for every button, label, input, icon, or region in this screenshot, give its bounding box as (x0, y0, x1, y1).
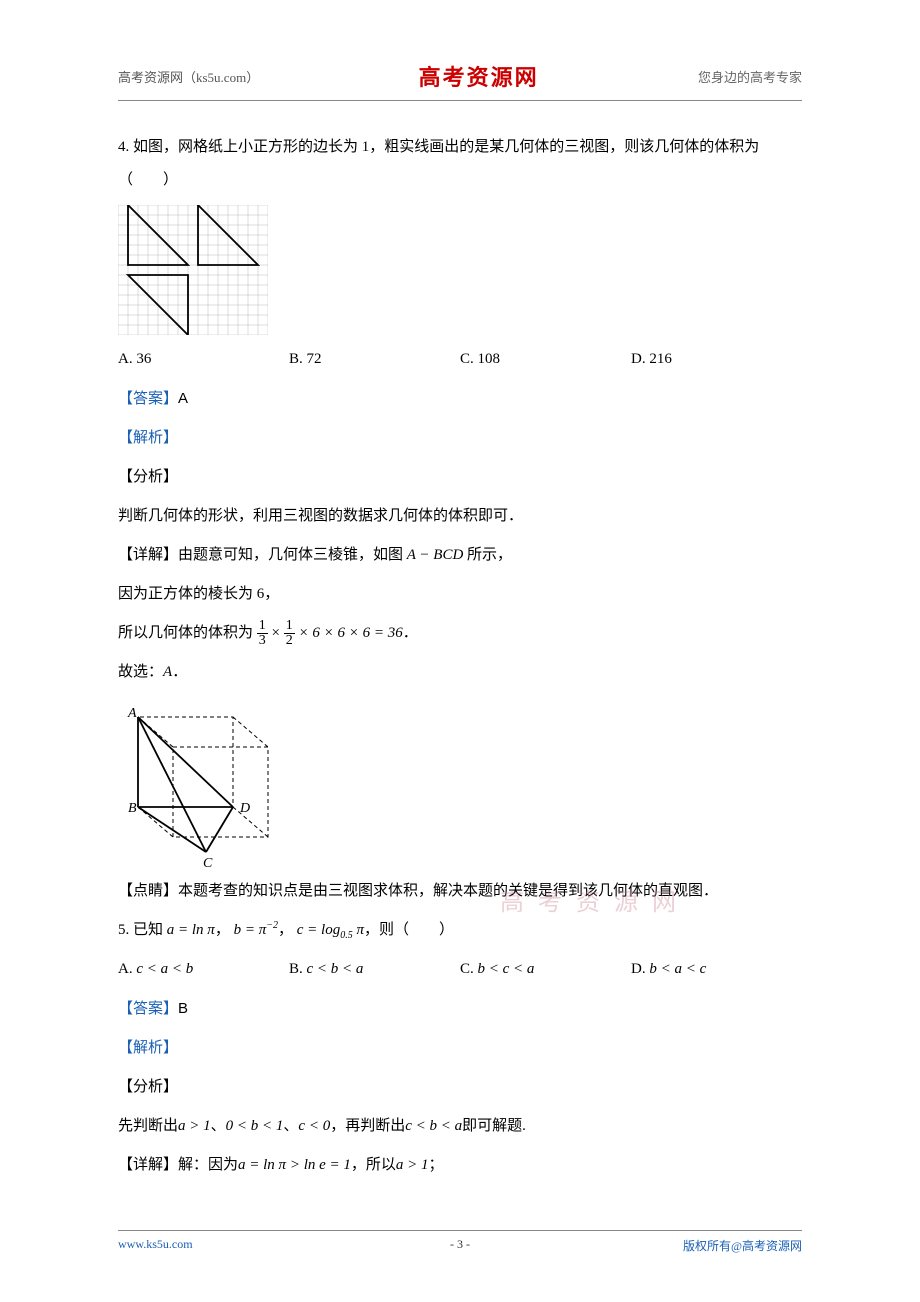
q5-number: 5. (118, 922, 129, 938)
footer-center: - 3 - (118, 1237, 802, 1252)
q5-stem: 5. 已知 a = ln π， b = π−2， c = log0.5 π，则（… (118, 914, 802, 947)
content: 4. 如图，网格纸上小正方形的边长为 1，粗实线画出的是某几何体的三视图，则该几… (118, 131, 802, 1182)
q5-fenxi-text: 先判断出a > 1、0 < b < 1、c < 0，再判断出c < b < a即… (118, 1110, 802, 1143)
q4-xiangjie-prefix: 【详解】由题意可知，几何体三棱锥，如图 (118, 547, 407, 563)
q5-answer: 【答案】B (118, 992, 802, 1026)
q5-option-a: A. c < a < b (118, 953, 289, 986)
q4-abcd: A − BCD (407, 547, 464, 563)
q4-jiexi: 【解析】 (118, 422, 802, 455)
vol-tail: × 6 × 6 × 6 = 36 (298, 625, 402, 641)
header-right: 您身边的高考专家 (698, 67, 802, 86)
q5-option-c: C. b < c < a (460, 953, 631, 986)
q4-cube-line: 因为正方体的棱长为 6， (118, 578, 802, 611)
q4-number: 4. (118, 139, 129, 155)
q4-fenxi-text: 判断几何体的形状，利用三视图的数据求几何体的体积即可． (118, 500, 802, 533)
q4-volume-line: 所以几何体的体积为 13 × 12 × 6 × 6 × 6 = 36． (118, 617, 802, 650)
q5-xiangjie: 【详解】解：因为a = ln π > ln e = 1，所以a > 1； (118, 1149, 802, 1182)
answer-label: 【答案】 (118, 1001, 178, 1017)
frac-1-2: 12 (284, 619, 295, 648)
q5-fenxi-label: 【分析】 (118, 1071, 802, 1104)
q4-option-a: A. 36 (118, 343, 289, 376)
q4-stem-text: 如图，网格纸上小正方形的边长为 1，粗实线画出的是某几何体的三视图，则该几何体的… (118, 139, 759, 188)
label-a: A (127, 706, 137, 721)
q5-options: A. c < a < b B. c < b < a C. b < c < a D… (118, 953, 802, 986)
answer-value: B (178, 1000, 188, 1017)
header-left: 高考资源网（ks5u.com） (118, 67, 259, 86)
q4-stem: 4. 如图，网格纸上小正方形的边长为 1，粗实线画出的是某几何体的三视图，则该几… (118, 131, 802, 197)
q4-option-d: D. 216 (631, 343, 802, 376)
q4-xiangjie: 【详解】由题意可知，几何体三棱锥，如图 A − BCD 所示， (118, 539, 802, 572)
page-footer: www.ks5u.com - 3 - 版权所有@高考资源网 (118, 1230, 802, 1254)
label-c: C (203, 856, 213, 867)
watermark: 高 考 资 源 网 (500, 882, 680, 917)
q4-guxuan: 故选：A． (118, 656, 802, 689)
answer-value: A (178, 390, 188, 407)
q4-xiangjie-suffix: 所示， (463, 547, 512, 563)
answer-label: 【答案】 (118, 391, 178, 407)
label-b: B (128, 801, 137, 816)
q5-option-b: B. c < b < a (289, 953, 460, 986)
q5-option-d: D. b < a < c (631, 953, 802, 986)
vol-prefix: 所以几何体的体积为 (118, 625, 253, 641)
frac-1-3: 13 (257, 619, 268, 648)
q4-option-b: B. 72 (289, 343, 460, 376)
solid-figure: A B C D (118, 697, 288, 867)
page: 高考资源网（ks5u.com） 高考资源网 您身边的高考专家 4. 如图，网格纸… (0, 0, 920, 1302)
q4-answer: 【答案】A (118, 382, 802, 416)
three-view-figure (118, 205, 268, 335)
q4-fenxi-label: 【分析】 (118, 461, 802, 494)
header-center: 高考资源网 (419, 60, 539, 92)
vol-suffix: ． (403, 625, 418, 641)
q4-options: A. 36 B. 72 C. 108 D. 216 (118, 343, 802, 376)
q5-jiexi: 【解析】 (118, 1032, 802, 1065)
page-header: 高考资源网（ks5u.com） 高考资源网 您身边的高考专家 (118, 60, 802, 101)
q4-dianjing: 【点睛】本题考查的知识点是由三视图求体积，解决本题的关键是得到该几何体的直观图． (118, 875, 802, 908)
q4-option-c: C. 108 (460, 343, 631, 376)
label-d: D (239, 801, 250, 816)
